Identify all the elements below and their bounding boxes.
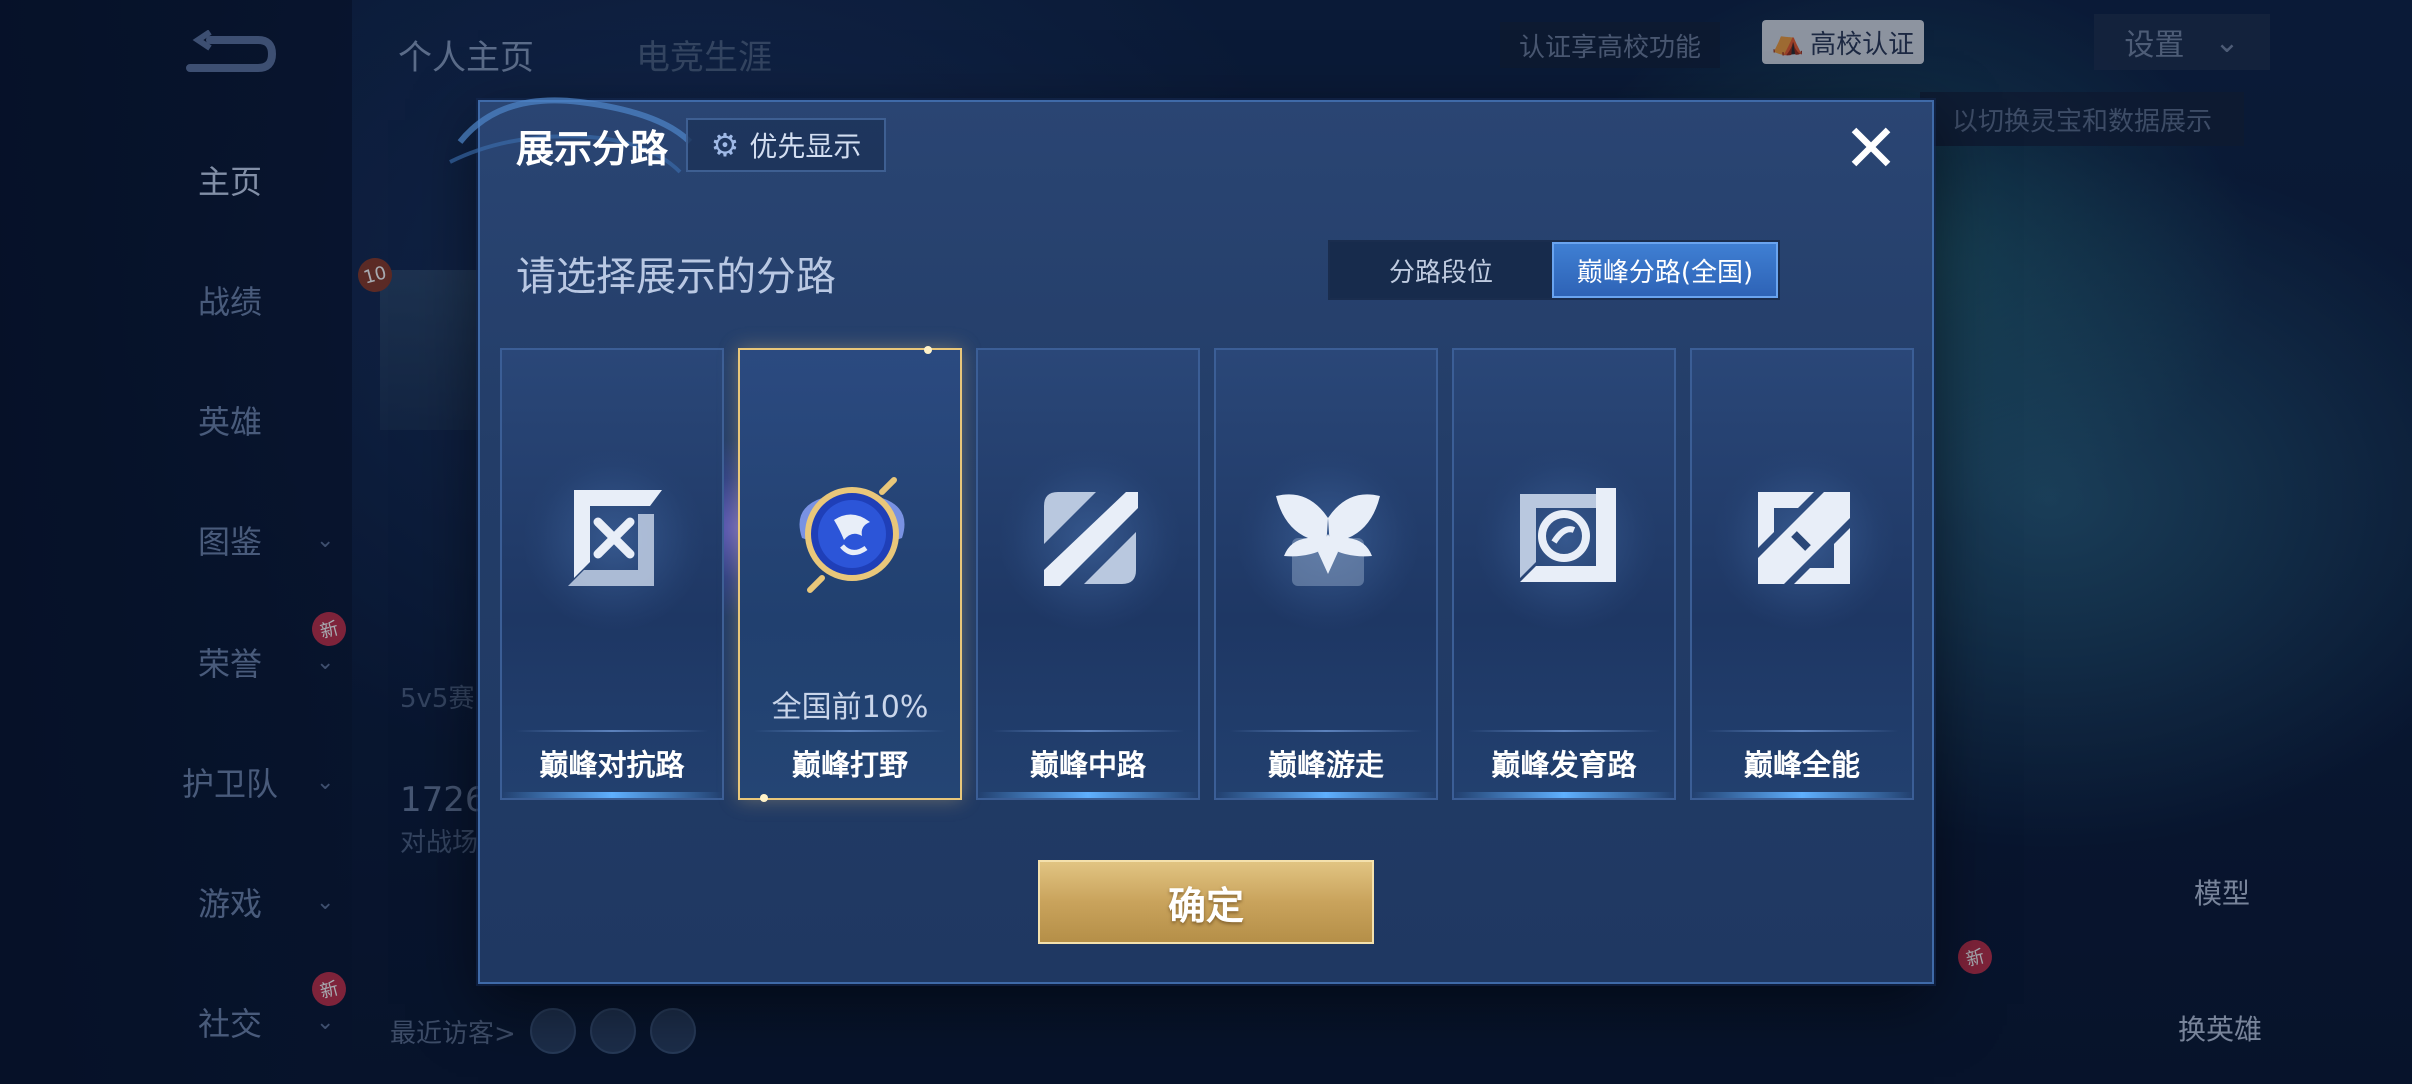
lane-card-clash[interactable]: 巅峰对抗路 (500, 348, 724, 800)
priority-display-button[interactable]: ⚙ 优先显示 (686, 118, 886, 172)
lane-card-list: 巅峰对抗路 全国前10% 巅峰打野 巅峰中路 巅峰游走 巅峰发育路 巅峰全能 (500, 346, 1916, 802)
lane-name: 巅峰打野 (791, 748, 908, 782)
card-divider (516, 730, 708, 732)
card-divider (1468, 730, 1660, 732)
lane-display-dialog: 展示分路 ⚙ 优先显示 ✕ 请选择展示的分路 分路段位 巅峰分路(全国) 巅峰对… (449, 97, 1934, 984)
card-divider (754, 730, 946, 732)
clash-lane-icon (568, 490, 662, 586)
lane-card-mid[interactable]: 巅峰中路 (976, 348, 1200, 800)
farm-lane-icon (1520, 488, 1616, 582)
lane-card-all-round[interactable]: 巅峰全能 (1690, 348, 1914, 800)
roam-wings-icon (1276, 494, 1380, 586)
confirm-button[interactable]: 确定 (1038, 860, 1374, 944)
lane-name: 巅峰发育路 (1491, 748, 1637, 782)
all-round-icon (1758, 492, 1850, 584)
card-bottom-glow (1454, 792, 1674, 798)
card-divider (1706, 730, 1898, 732)
card-divider (1230, 730, 1422, 732)
lane-rank-text: 全国前10% (771, 690, 929, 725)
close-icon: ✕ (1843, 110, 1899, 187)
card-bottom-glow (1216, 792, 1436, 798)
corner-sparkle (760, 794, 768, 802)
close-button[interactable]: ✕ (1836, 114, 1906, 184)
lane-name: 巅峰游走 (1267, 748, 1384, 782)
lane-name: 巅峰全能 (1743, 748, 1860, 782)
lane-card-farm[interactable]: 巅峰发育路 (1452, 348, 1676, 800)
lane-name: 巅峰中路 (1029, 748, 1146, 782)
dialog-subtitle: 请选择展示的分路 (516, 254, 836, 300)
mid-lane-icon (1044, 492, 1138, 586)
card-bottom-glow (1692, 792, 1912, 798)
gear-icon: ⚙ (710, 126, 740, 164)
lane-mode-segmented-control: 分路段位 巅峰分路(全国) (1328, 240, 1780, 300)
lane-card-roam[interactable]: 巅峰游走 (1214, 348, 1438, 800)
corner-sparkle (924, 346, 932, 354)
card-bottom-glow (502, 792, 722, 798)
jungle-dragon-icon (799, 477, 905, 593)
segment-lane-rank[interactable]: 分路段位 (1330, 242, 1552, 298)
segment-peak-lane-national[interactable]: 巅峰分路(全国) (1552, 242, 1778, 298)
lane-name: 巅峰对抗路 (539, 748, 685, 782)
card-bottom-glow (978, 792, 1198, 798)
priority-label: 优先显示 (749, 130, 862, 163)
dialog-title: 展示分路 (516, 127, 669, 171)
card-divider (992, 730, 1184, 732)
lane-card-jungle[interactable]: 全国前10% 巅峰打野 (738, 346, 962, 802)
